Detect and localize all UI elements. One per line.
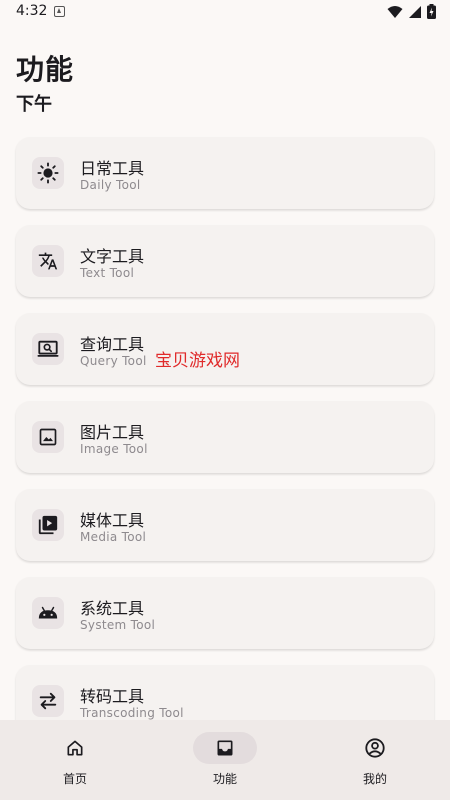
page-title: 功能 — [16, 53, 75, 86]
home-icon — [43, 732, 107, 764]
tool-card-text[interactable]: 文字工具 Text Tool — [16, 225, 434, 297]
nav-label: 我的 — [362, 772, 387, 786]
page-subtitle: 下午 — [16, 94, 52, 115]
tool-subtitle: Transcoding Tool — [80, 706, 184, 720]
android-icon — [32, 597, 64, 629]
tool-list: 功能 下午 日常工具 Daily Tool 文字工具 Text Tool 查询工… — [0, 0, 450, 720]
search-screen-icon — [32, 333, 64, 365]
tool-subtitle: System Tool — [80, 618, 156, 632]
tool-card-transcoding[interactable]: 转码工具 Transcoding Tool — [16, 665, 434, 720]
video-library-icon — [32, 509, 64, 541]
tool-title: 转码工具 — [80, 687, 145, 706]
translate-icon — [32, 245, 64, 277]
tool-subtitle: Text Tool — [80, 266, 135, 280]
account-icon — [343, 732, 407, 764]
tool-card-image[interactable]: 图片工具 Image Tool — [16, 401, 434, 473]
bottom-nav: 首页 功能 我的 — [0, 720, 450, 800]
watermark: 宝贝游戏网 — [155, 351, 240, 371]
tool-card-media[interactable]: 媒体工具 Media Tool — [16, 489, 434, 561]
nav-item-home[interactable]: 首页 — [0, 720, 150, 800]
tool-subtitle: Query Tool — [80, 354, 147, 368]
tool-subtitle: Daily Tool — [80, 178, 141, 192]
tool-card-daily[interactable]: 日常工具 Daily Tool — [16, 137, 434, 209]
nav-item-mine[interactable]: 我的 — [300, 720, 450, 800]
image-icon — [32, 421, 64, 453]
tool-title: 系统工具 — [80, 599, 145, 618]
nav-label: 功能 — [212, 772, 237, 786]
tool-title: 文字工具 — [80, 247, 145, 266]
tool-subtitle: Image Tool — [80, 442, 148, 456]
tool-title: 媒体工具 — [80, 511, 145, 530]
tool-title: 图片工具 — [80, 423, 145, 442]
tool-title: 查询工具 — [80, 335, 145, 354]
inbox-icon — [193, 732, 257, 764]
swap-icon — [32, 685, 64, 717]
nav-label: 首页 — [62, 772, 87, 786]
screen: 4:32 功能 下午 日常工具 Daily Tool 文字工具 Text Too… — [0, 0, 450, 800]
tool-subtitle: Media Tool — [80, 530, 147, 544]
sun-icon — [32, 157, 64, 189]
tool-title: 日常工具 — [80, 159, 145, 178]
tool-card-system[interactable]: 系统工具 System Tool — [16, 577, 434, 649]
nav-item-features[interactable]: 功能 — [150, 720, 300, 800]
